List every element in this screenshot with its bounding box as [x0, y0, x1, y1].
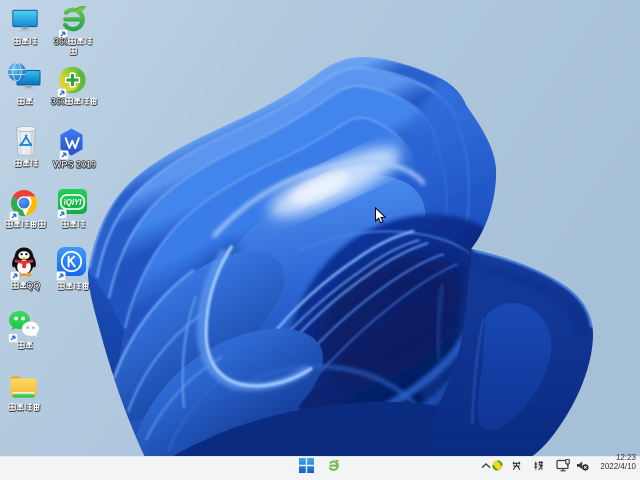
svg-text:WPS 2019: WPS 2019: [53, 160, 96, 170]
svg-text:360: 360: [51, 97, 66, 107]
